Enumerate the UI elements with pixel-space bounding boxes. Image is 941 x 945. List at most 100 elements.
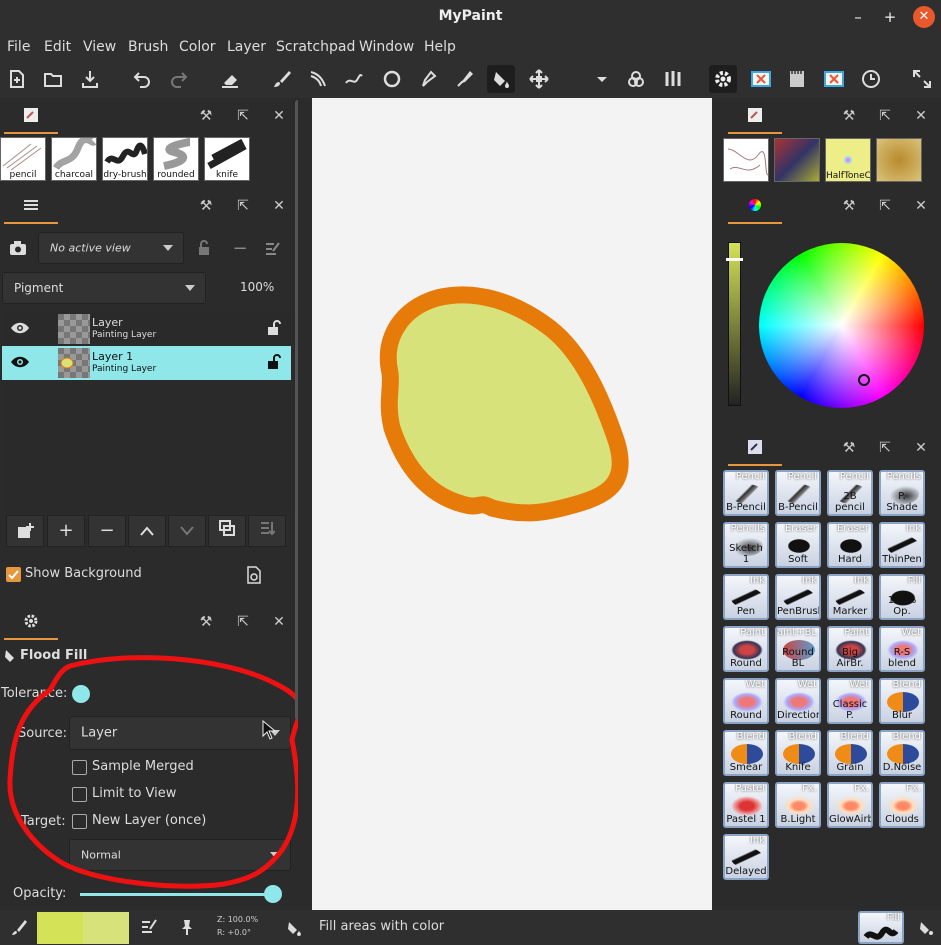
blend-mode-combo[interactable]: Pigment: [2, 272, 206, 304]
brush-b-pencil-1[interactable]: Pencil B-Pencil: [775, 470, 821, 516]
close-icon[interactable]: ✕: [912, 197, 930, 215]
brush-grain-22[interactable]: Blend Grain: [827, 730, 873, 776]
brush-thumb-color-mix[interactable]: [774, 138, 820, 182]
unlock-view-icon[interactable]: [196, 240, 212, 256]
brush-thumb-rounded[interactable]: rounded: [153, 137, 199, 181]
duplicate-layer-button[interactable]: [208, 515, 246, 547]
brush-2b-pencil-2[interactable]: Pencil 2B pencil: [827, 470, 873, 516]
redo-icon[interactable]: [165, 65, 193, 93]
brush-direction-17[interactable]: Wet Direction: [775, 678, 821, 724]
foreground-color-swatch[interactable]: [37, 912, 83, 944]
brush-blur-19[interactable]: Blend Blur: [879, 678, 925, 724]
blend-mode-fill-combo[interactable]: Normal: [69, 839, 291, 871]
visibility-eye-icon[interactable]: [10, 321, 30, 339]
close-scratchpad-icon[interactable]: [820, 65, 848, 93]
brush-tool-icon[interactable]: [268, 65, 296, 93]
merge-layer-button[interactable]: [248, 515, 286, 547]
unlock-icon[interactable]: [266, 354, 282, 374]
source-combo[interactable]: Layer: [69, 716, 291, 750]
ink-tool-icon[interactable]: [304, 65, 332, 93]
view-combo[interactable]: No active view: [38, 232, 184, 264]
brush-b-pencil-0[interactable]: Pencil B-Pencil: [723, 470, 769, 516]
brush-thumb-dry-brush[interactable]: dry-brush: [102, 137, 148, 181]
show-background-checkbox[interactable]: [6, 567, 21, 582]
close-icon[interactable]: ✕: [270, 613, 288, 631]
brush-100-op-11[interactable]: Fill 100% Op.: [879, 574, 925, 620]
maximize-button[interactable]: +: [879, 6, 901, 28]
fill-mode-icon[interactable]: [916, 919, 934, 941]
eraser-icon[interactable]: [216, 65, 244, 93]
detach-panel-icon[interactable]: ⇱: [876, 197, 894, 215]
menu-window[interactable]: Window: [359, 39, 414, 55]
new-layer-group-button[interactable]: [6, 515, 44, 547]
brush-round-16[interactable]: Wet Round: [723, 678, 769, 724]
detach-panel-icon[interactable]: ⇱: [234, 613, 252, 631]
brush-list-tab[interactable]: [728, 430, 782, 466]
scratchpad-icon[interactable]: [783, 65, 811, 93]
add-layer-button[interactable]: +: [47, 515, 85, 547]
close-icon[interactable]: ✕: [912, 107, 930, 125]
ellipse-tool-icon[interactable]: [378, 65, 406, 93]
brush-thumb-halftone[interactable]: HalfToneCMY: [825, 138, 871, 182]
close-window-button[interactable]: ✕: [913, 6, 935, 28]
open-file-icon[interactable]: [39, 65, 67, 93]
brushes-tab[interactable]: [728, 98, 782, 134]
tolerance-slider-handle[interactable]: [72, 685, 90, 703]
layers-mode-icon[interactable]: [622, 65, 650, 93]
current-brush-preview[interactable]: Fill: [858, 911, 904, 944]
bezier-tool-icon[interactable]: [415, 65, 443, 93]
brush-p-shade-3[interactable]: Pencils P. Shade: [879, 470, 925, 516]
flood-fill-tool-icon[interactable]: [487, 65, 515, 93]
opacity-slider-track[interactable]: [80, 893, 273, 896]
menu-color[interactable]: Color: [179, 39, 216, 55]
color-wheel[interactable]: [759, 243, 924, 408]
pin-brush-icon[interactable]: [177, 918, 195, 940]
undo-icon[interactable]: [128, 65, 156, 93]
brush-penbrush-9[interactable]: Ink PenBrush: [775, 574, 821, 620]
menu-help[interactable]: Help: [424, 39, 456, 55]
fullscreen-icon[interactable]: [908, 65, 936, 93]
menu-layer[interactable]: Layer: [227, 39, 266, 55]
brush-d-noise-23[interactable]: Blend D.Noise: [879, 730, 925, 776]
brush-thumb-pencil[interactable]: pencil: [0, 137, 46, 181]
brush-pen-8[interactable]: Ink Pen: [723, 574, 769, 620]
brush-round-bl-13[interactable]: Paint+BL Round BL: [775, 626, 821, 672]
brush-b-light-25[interactable]: Fx. B.Light: [775, 782, 821, 828]
pin-icon[interactable]: ⚒: [840, 107, 858, 125]
brush-delayed-28[interactable]: Ink Delayed: [723, 834, 769, 880]
new-file-icon[interactable]: [3, 65, 31, 93]
pin-icon[interactable]: ⚒: [197, 107, 215, 125]
close-icon[interactable]: ✕: [270, 107, 288, 125]
color-picker-icon[interactable]: [451, 65, 479, 93]
brush-hard-6[interactable]: Eraser Hard: [827, 522, 873, 568]
drawing-canvas[interactable]: [312, 98, 712, 910]
save-file-icon[interactable]: [76, 65, 104, 93]
layer-row[interactable]: Layer Painting Layer: [2, 312, 291, 346]
brush-knife-21[interactable]: Blend Knife: [775, 730, 821, 776]
remove-view-icon[interactable]: −: [230, 238, 250, 259]
layers-tab[interactable]: [4, 188, 58, 224]
brush-big-airbr-14[interactable]: Paint Big AirBr.: [827, 626, 873, 672]
brush-soft-5[interactable]: Eraser Soft: [775, 522, 821, 568]
layer-row-selected[interactable]: Layer 1 Painting Layer: [2, 346, 291, 380]
value-slider-handle[interactable]: [726, 258, 743, 261]
history-icon[interactable]: [857, 65, 885, 93]
menu-scratchpad[interactable]: Scratchpad: [276, 39, 355, 55]
pin-icon[interactable]: ⚒: [840, 439, 858, 457]
export-background-icon[interactable]: [246, 566, 262, 588]
brush-history-tab[interactable]: [4, 98, 58, 134]
settings-icon[interactable]: [709, 65, 737, 93]
brush-sketch-1-4[interactable]: Pencils Sketch 1: [723, 522, 769, 568]
brush-marker-10[interactable]: Ink Marker: [827, 574, 873, 620]
freehand-tool-icon[interactable]: [340, 65, 368, 93]
brush-thumb-charcoal[interactable]: charcoal: [51, 137, 97, 181]
new-layer-checkbox[interactable]: [72, 814, 87, 829]
move-layer-down-button[interactable]: [168, 515, 206, 547]
brush-thinpen-7[interactable]: Ink ThinPen: [879, 522, 925, 568]
brush-thumb-knife[interactable]: knife: [204, 137, 250, 181]
detach-panel-icon[interactable]: ⇱: [876, 439, 894, 457]
menu-file[interactable]: File: [7, 39, 30, 55]
edit-brush-icon[interactable]: [140, 918, 158, 940]
minimize-button[interactable]: –: [847, 6, 869, 28]
tool-options-tab[interactable]: [4, 604, 58, 640]
